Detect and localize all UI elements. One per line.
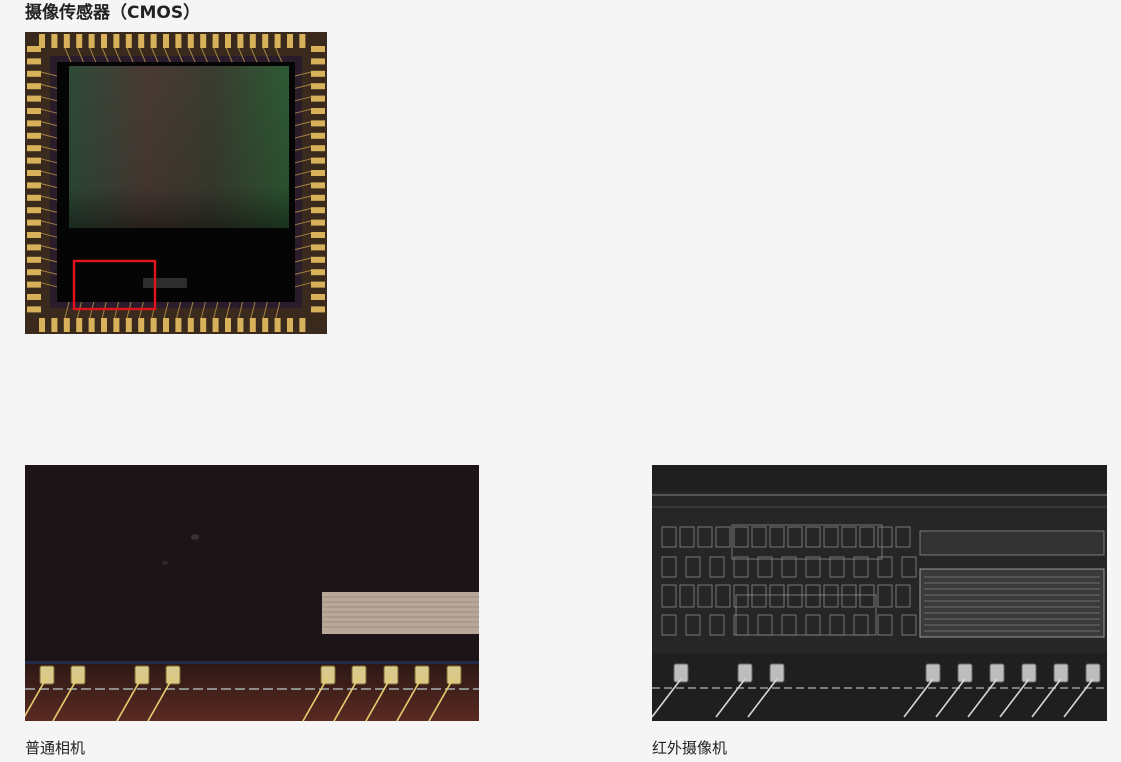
normal-camera-image bbox=[25, 465, 479, 721]
section-title: 摄像传感器（CMOS） bbox=[25, 3, 201, 23]
cmos-chip-image bbox=[25, 32, 327, 334]
infrared-camera-caption: 红外摄像机 bbox=[652, 739, 728, 757]
normal-camera-caption: 普通相机 bbox=[25, 739, 86, 757]
infrared-camera-image bbox=[652, 465, 1107, 721]
